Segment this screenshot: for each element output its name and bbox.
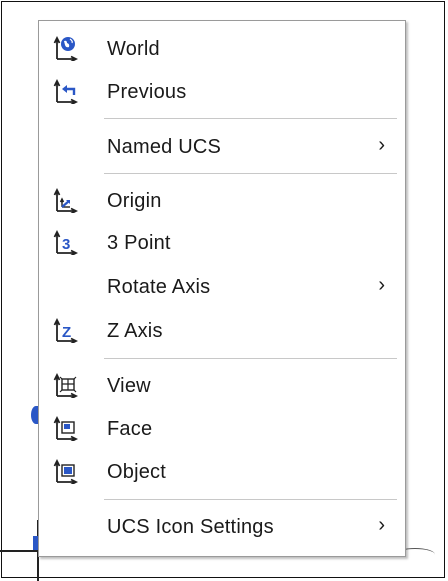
menu-separator (104, 499, 397, 500)
menu-item-ucs-icon-settings[interactable]: UCS Icon Settings › (39, 507, 405, 547)
menu-item-label: View (107, 375, 151, 397)
menu-item-label: World (107, 38, 160, 60)
menu-item-world[interactable]: World (39, 29, 405, 69)
menu-item-object[interactable]: Object (39, 452, 405, 492)
ucs-previous-icon (52, 78, 79, 106)
menu-item-label: Face (107, 418, 153, 440)
menu-item-z-axis[interactable]: Z Z Axis (39, 311, 405, 351)
ucs-origin-icon (52, 187, 79, 215)
menu-item-origin[interactable]: Origin (39, 181, 405, 221)
ucs-object-icon (52, 458, 79, 486)
ucs-view-icon (52, 372, 79, 400)
submenu-arrow-icon: › (378, 514, 385, 536)
menu-item-face[interactable]: Face (39, 409, 405, 449)
menu-item-named-ucs[interactable]: Named UCS › (39, 127, 405, 167)
ucs-zaxis-icon: Z (52, 317, 79, 345)
menu-separator (104, 173, 397, 174)
ucs-3point-icon: 3 (52, 229, 79, 257)
menu-item-label: Origin (107, 190, 162, 212)
menu-item-rotate-axis[interactable]: Rotate Axis › (39, 267, 405, 307)
svg-text:3: 3 (62, 236, 70, 253)
ucs-world-icon (52, 35, 79, 63)
menu-item-label: Named UCS (107, 136, 222, 158)
menu-item-label: UCS Icon Settings (107, 516, 274, 538)
menu-item-view[interactable]: View (39, 366, 405, 406)
submenu-arrow-icon: › (378, 134, 385, 156)
ucs-context-menu: World Previous Named UCS › Origin 3 3 Po… (38, 20, 406, 557)
menu-item-label: 3 Point (107, 232, 171, 254)
menu-item-label: Rotate Axis (107, 276, 211, 298)
menu-separator (104, 358, 397, 359)
ucs-face-icon (52, 415, 79, 443)
menu-separator (104, 118, 397, 119)
menu-item-3-point[interactable]: 3 3 Point (39, 223, 405, 263)
menu-item-previous[interactable]: Previous (39, 72, 405, 112)
svg-text:Z: Z (62, 324, 71, 341)
menu-item-label: Z Axis (107, 320, 163, 342)
menu-item-label: Previous (107, 81, 187, 103)
menu-item-label: Object (107, 461, 167, 483)
submenu-arrow-icon: › (378, 274, 385, 296)
